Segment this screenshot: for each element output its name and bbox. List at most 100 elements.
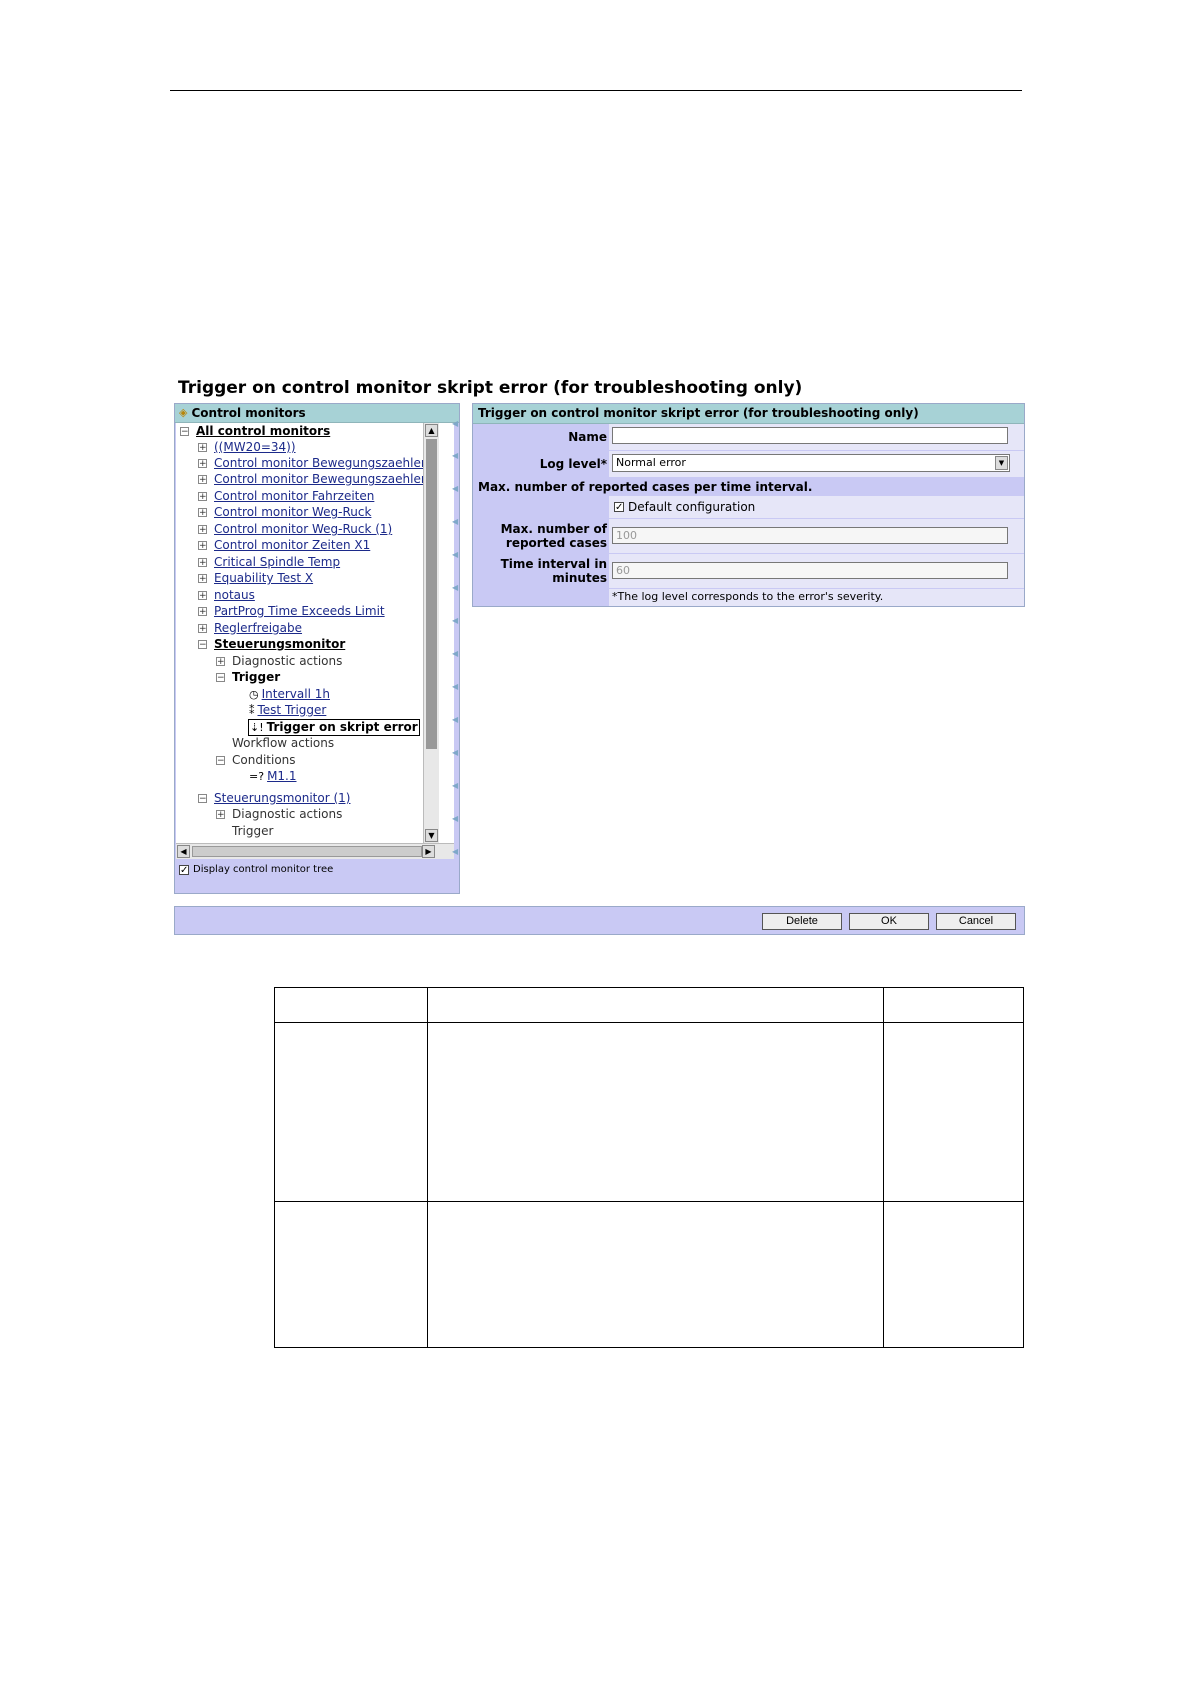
log-level-select[interactable]: Normal error ▼ (612, 454, 1010, 472)
table-cell (274, 1022, 428, 1202)
tree-item[interactable]: + PartProg Time Exceeds Limit (198, 604, 385, 619)
horizontal-scrollbar[interactable]: ◀ ▶ (176, 843, 454, 859)
log-level-cell: Normal error ▼ (609, 451, 1024, 477)
interval-cell: 60 (609, 554, 1024, 588)
table-row (274, 987, 1024, 1023)
expand-icon[interactable]: + (198, 492, 207, 502)
tree-item[interactable]: − Conditions (216, 753, 296, 768)
interval-label-line: minutes (552, 571, 607, 585)
tree-item-steuerungsmonitor[interactable]: − Steuerungsmonitor (198, 637, 345, 652)
log-level-value: Normal error (616, 456, 686, 469)
default-config-checkbox[interactable]: ✓ (614, 502, 624, 513)
tree-item[interactable]: + Control monitor Weg-Ruck (1) (198, 522, 392, 537)
tree-item[interactable]: + Diagnostic actions (216, 807, 342, 822)
splitter-arrow-icon: ◀ (452, 583, 459, 592)
scroll-down-icon[interactable]: ▼ (425, 829, 438, 842)
collapse-icon[interactable]: − (216, 756, 225, 766)
table-row (274, 1201, 1024, 1348)
expand-icon[interactable]: + (198, 443, 207, 453)
vertical-scrollbar[interactable]: ▲ ▼ (423, 423, 439, 843)
collapse-icon[interactable]: − (216, 673, 225, 683)
control-monitor-tree-panel: ◈ Control monitors − All control monitors… (174, 403, 460, 894)
expand-icon[interactable]: + (198, 607, 207, 617)
tree-item[interactable]: + ((MW20=34)) (198, 440, 296, 455)
panel-splitter[interactable]: ◀ ◀ ◀ ◀ ◀ ◀ ◀ ◀ ◀ ◀ ◀ ◀ ◀ ◀ (452, 403, 458, 894)
tree-area: − All control monitors + ((MW20=34)) + Cont… (176, 423, 454, 859)
tree-item[interactable]: + notaus (198, 588, 255, 603)
scroll-up-icon[interactable]: ▲ (425, 424, 438, 437)
table-row (274, 1022, 1024, 1202)
name-label: Name (568, 430, 607, 444)
tree-item[interactable]: + Equability Test X (198, 571, 313, 586)
table-cell (427, 1201, 884, 1348)
collapse-icon[interactable]: − (198, 794, 207, 804)
tree-item[interactable]: =? M1.1 (249, 769, 297, 784)
tree-item[interactable]: ◷ Intervall 1h (249, 687, 330, 702)
scroll-right-icon[interactable]: ▶ (422, 845, 435, 858)
tree-item[interactable]: Workflow actions (232, 736, 334, 751)
interval-row: Time interval in minutes 60 (473, 554, 1024, 588)
tree-item[interactable]: − Steuerungsmonitor (1) (198, 791, 350, 806)
scroll-thumb[interactable] (426, 439, 437, 749)
delete-button[interactable]: Delete (762, 913, 842, 930)
table-cell (883, 1022, 1024, 1202)
tree-item[interactable]: + Critical Spindle Temp (198, 555, 340, 570)
tree-item[interactable]: + Diagnostic actions (216, 654, 342, 669)
expand-icon[interactable]: + (198, 475, 207, 485)
clock-icon: ◷ (249, 688, 259, 701)
tree-item[interactable]: + Reglerfreigabe (198, 621, 302, 636)
display-tree-option[interactable]: ✓ Display control monitor tree (179, 864, 333, 875)
splitter-arrow-icon: ◀ (452, 517, 459, 526)
trigger-test-icon: ⁑ (249, 704, 255, 717)
interval-input[interactable]: 60 (612, 562, 1008, 579)
expand-icon[interactable]: + (198, 558, 207, 568)
expand-icon[interactable]: + (198, 574, 207, 584)
max-cases-cell: 100 (609, 519, 1024, 553)
tree-item[interactable]: + Control monitor Bewegungszaehler (: (198, 472, 438, 487)
expand-icon[interactable]: + (198, 591, 207, 601)
expand-icon[interactable]: + (198, 508, 207, 518)
default-config-cell: ✓ Default configuration (609, 496, 1024, 518)
diamond-icon: ◈ (179, 406, 188, 419)
cancel-button[interactable]: Cancel (936, 913, 1016, 930)
chevron-down-icon[interactable]: ▼ (995, 456, 1008, 470)
tree-item[interactable]: + Control monitor Bewegungszaehler (198, 456, 426, 471)
expand-icon[interactable]: + (216, 657, 225, 667)
tree-item-all-control-monitors[interactable]: − All control monitors (180, 424, 330, 439)
tree-item[interactable]: + Control monitor Fahrzeiten (198, 489, 374, 504)
tree-item[interactable]: Trigger (232, 824, 273, 839)
expand-icon[interactable]: + (198, 525, 207, 535)
table-cell (274, 987, 428, 1023)
max-cases-label-line: reported cases (505, 536, 607, 550)
page-title: Trigger on control monitor skript error … (178, 378, 803, 398)
splitter-arrow-icon: ◀ (452, 748, 459, 757)
expand-icon[interactable]: + (198, 459, 207, 469)
expand-icon[interactable]: + (198, 624, 207, 634)
interval-label-line: Time interval in (500, 557, 607, 571)
collapse-icon[interactable]: − (198, 640, 207, 650)
splitter-arrow-icon: ◀ (452, 419, 459, 428)
default-config-option[interactable]: ✓ Default configuration (614, 500, 755, 514)
name-input[interactable] (612, 427, 1008, 444)
scroll-left-icon[interactable]: ◀ (177, 845, 190, 858)
tree-item-trigger[interactable]: − Trigger (216, 670, 280, 685)
splitter-arrow-icon: ◀ (452, 847, 459, 856)
max-cases-input[interactable]: 100 (612, 527, 1008, 544)
splitter-arrow-icon: ◀ (452, 550, 459, 559)
tree-item[interactable]: + Control monitor Weg-Ruck (198, 505, 371, 520)
tree-item-selected[interactable]: ⇣! Trigger on skript error (248, 719, 420, 736)
display-tree-checkbox[interactable]: ✓ (179, 864, 189, 875)
splitter-arrow-icon: ◀ (452, 451, 459, 460)
scroll-thumb[interactable] (192, 846, 422, 857)
table-cell (883, 1201, 1024, 1348)
splitter-arrow-icon: ◀ (452, 616, 459, 625)
empty-table (274, 987, 1024, 1348)
expand-icon[interactable]: + (216, 810, 225, 820)
ok-button[interactable]: OK (849, 913, 929, 930)
tree-item[interactable]: ⁑ Test Trigger (249, 703, 326, 718)
tree-item[interactable]: + Control monitor Zeiten X1 (198, 538, 370, 553)
splitter-arrow-icon: ◀ (452, 484, 459, 493)
table-cell (427, 1022, 884, 1202)
expand-icon[interactable]: + (198, 541, 207, 551)
collapse-icon[interactable]: − (180, 427, 189, 437)
